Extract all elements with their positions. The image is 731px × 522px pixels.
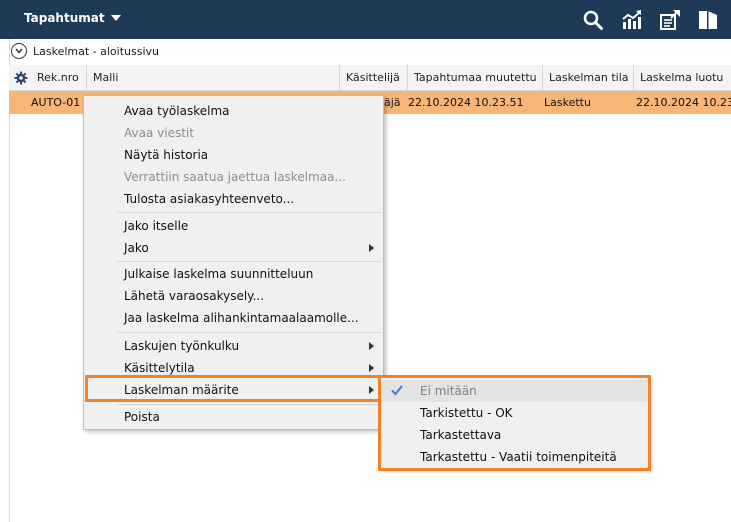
menu-item-label: Jako itselle xyxy=(124,219,189,233)
menu-item-open-messages: Avaa viestit xyxy=(85,122,382,144)
menu-item-label: Verrattiin saatua jaettua laskelmaa... xyxy=(124,170,346,184)
top-toolbar: Tapahtumat xyxy=(0,0,731,39)
menu-item-label: Poista xyxy=(124,410,160,424)
cell-luotu: 22.10.2024 10.23. xyxy=(636,96,731,109)
book-icon[interactable] xyxy=(697,9,719,31)
column-header-malli[interactable]: Malli xyxy=(87,65,340,91)
menu-item-publish-planning[interactable]: Julkaise laskelma suunnitteluun xyxy=(85,263,382,285)
menu-item-label: Näytä historia xyxy=(124,148,209,162)
menu-item-label: Jaa laskelma alihankintamaalaamolle... xyxy=(124,311,359,325)
breadcrumb-label: Laskelmat - aloitussivu xyxy=(33,44,160,58)
menu-item-invoice-workflow[interactable]: Laskujen työnkulku xyxy=(85,335,382,357)
events-menu-label: Tapahtumat xyxy=(24,11,105,25)
gear-icon[interactable] xyxy=(14,71,28,85)
menu-item-share[interactable]: Jako xyxy=(85,237,382,259)
cell-muutettu: 22.10.2024 10.23.51 xyxy=(408,96,524,109)
chevron-right-icon xyxy=(369,244,374,252)
menu-separator xyxy=(117,404,381,405)
menu-item-label: Avaa viestit xyxy=(124,126,194,140)
highlight-frame xyxy=(378,375,651,471)
menu-item-open-worksheet[interactable]: Avaa työlaskelma xyxy=(85,100,382,122)
events-menu-button[interactable]: Tapahtumat xyxy=(24,11,121,25)
cell-rek-nro: AUTO-01 xyxy=(31,96,81,109)
cell-kasittelija: äjä xyxy=(384,96,401,109)
menu-item-parts-inquiry[interactable]: Lähetä varaosakysely... xyxy=(85,285,382,307)
highlight-frame xyxy=(85,375,383,402)
menu-item-label: Julkaise laskelma suunnitteluun xyxy=(124,267,314,281)
menu-item-share-subcontractor[interactable]: Jaa laskelma alihankintamaalaamolle... xyxy=(85,307,382,329)
column-header-luotu[interactable]: Laskelma luotu xyxy=(634,65,731,91)
menu-item-label: Lähetä varaosakysely... xyxy=(124,289,265,303)
column-header-muutettu[interactable]: Tapahtumaa muutettu xyxy=(408,65,543,91)
chevron-right-icon xyxy=(369,364,374,372)
menu-separator xyxy=(117,261,381,262)
column-header-tila[interactable]: Laskelman tila xyxy=(543,65,634,91)
menu-item-label: Käsittelytila xyxy=(124,361,195,375)
menu-item-share-self[interactable]: Jako itselle xyxy=(85,215,382,237)
chevron-right-icon xyxy=(369,342,374,350)
menu-item-delete[interactable]: Poista xyxy=(85,406,382,428)
menu-item-show-history[interactable]: Näytä historia xyxy=(85,144,382,166)
chart-icon[interactable] xyxy=(621,9,643,31)
chevron-down-icon[interactable] xyxy=(11,43,27,59)
menu-item-label: Tulosta asiakasyhteenveto... xyxy=(124,192,295,206)
breadcrumb[interactable]: Laskelmat - aloitussivu xyxy=(11,43,159,59)
cell-tila: Laskettu xyxy=(544,96,591,109)
menu-item-compare-shared: Verrattiin saatua jaettua laskelmaa... xyxy=(85,166,382,188)
export-icon[interactable] xyxy=(659,9,681,31)
table-header: Rek.nro Malli Käsittelijä Tapahtumaa muu… xyxy=(9,65,731,91)
menu-item-label: Jako xyxy=(124,241,149,255)
menu-item-label: Avaa työlaskelma xyxy=(124,104,230,118)
menu-item-label: Laskujen työnkulku xyxy=(124,339,240,353)
menu-separator xyxy=(117,332,381,333)
column-header-kasittelija[interactable]: Käsittelijä xyxy=(340,65,408,91)
menu-separator xyxy=(117,212,381,213)
menu-item-print-summary[interactable]: Tulosta asiakasyhteenveto... xyxy=(85,188,382,210)
column-header-rek-nro[interactable]: Rek.nro xyxy=(31,65,87,91)
caret-down-icon xyxy=(110,15,121,21)
search-icon[interactable] xyxy=(582,9,604,31)
